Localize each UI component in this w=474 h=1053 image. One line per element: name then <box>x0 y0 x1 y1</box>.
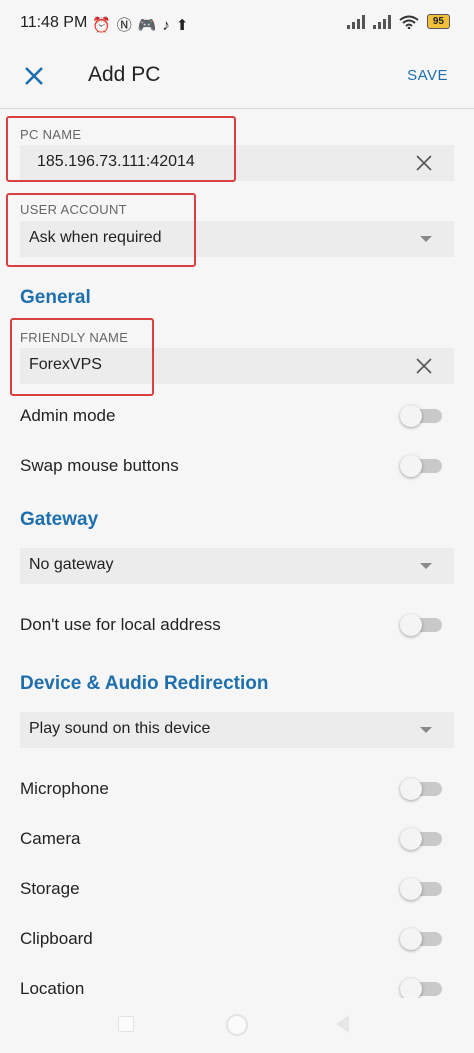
highlight-box-pc-name <box>6 116 236 182</box>
location-label: Location <box>20 979 85 998</box>
toggle-knob <box>400 614 422 636</box>
back-icon[interactable] <box>336 1015 349 1033</box>
signal-icon-2 <box>372 14 391 29</box>
microphone-label: Microphone <box>20 779 109 798</box>
tiktok-icon: ♪ <box>162 17 176 34</box>
swap-mouse-label: Swap mouse buttons <box>20 456 179 475</box>
status-bar: 11:48 PM ⏰Ⓝ🎮♪⬆ 95 <box>0 0 474 46</box>
toggle-knob <box>400 778 422 800</box>
signal-icon <box>346 14 365 29</box>
clipboard-label: Clipboard <box>20 929 93 948</box>
storage-label: Storage <box>20 879 80 898</box>
camera-toggle[interactable] <box>400 828 442 850</box>
status-icons: ⏰Ⓝ🎮♪⬆ <box>92 14 194 35</box>
toggle-knob <box>400 978 422 1000</box>
section-gateway-heading: Gateway <box>20 509 99 530</box>
clipboard-toggle[interactable] <box>400 928 442 950</box>
battery-icon: 95 <box>426 14 450 29</box>
save-button[interactable]: SAVE <box>407 67 448 84</box>
toggle-knob <box>400 878 422 900</box>
close-icon[interactable] <box>20 62 48 90</box>
location-toggle[interactable] <box>400 978 442 1000</box>
clear-icon[interactable] <box>414 153 434 173</box>
camera-label: Camera <box>20 829 81 848</box>
storage-toggle[interactable] <box>400 878 442 900</box>
highlight-box-friendly-name <box>10 318 154 396</box>
swap-mouse-toggle[interactable] <box>400 455 442 477</box>
clear-icon[interactable] <box>414 356 434 376</box>
section-redirection-heading: Device & Audio Redirection <box>20 673 269 694</box>
status-right: 95 <box>346 14 450 29</box>
upload-icon: ⬆ <box>175 17 195 34</box>
system-nav-bar <box>0 998 474 1053</box>
alarm-icon: ⏰ <box>92 17 117 34</box>
game-icon: 🎮 <box>137 17 163 34</box>
highlight-box-user-account <box>6 193 196 267</box>
microphone-toggle[interactable] <box>400 778 442 800</box>
toggle-knob <box>400 405 422 427</box>
dropdown-caret-icon <box>420 563 432 569</box>
sound-select[interactable]: Play sound on this device <box>20 712 454 748</box>
gateway-value: No gateway <box>29 556 114 573</box>
dropdown-caret-icon <box>420 727 432 733</box>
app-bar: Add PC SAVE <box>0 46 474 109</box>
section-general-heading: General <box>20 287 91 308</box>
local-address-label: Don't use for local address <box>20 615 221 634</box>
admin-mode-label: Admin mode <box>20 406 116 425</box>
nfc-icon: Ⓝ <box>116 17 138 34</box>
sound-value: Play sound on this device <box>29 720 211 737</box>
recents-icon[interactable] <box>118 1016 134 1032</box>
wifi-icon <box>399 15 419 29</box>
local-address-toggle[interactable] <box>400 614 442 636</box>
home-icon[interactable] <box>226 1014 248 1036</box>
page-title: Add PC <box>88 63 161 86</box>
admin-mode-toggle[interactable] <box>400 405 442 427</box>
toggle-knob <box>400 828 422 850</box>
gateway-select[interactable]: No gateway <box>20 548 454 584</box>
dropdown-caret-icon <box>420 236 432 242</box>
toggle-knob <box>400 455 422 477</box>
status-time: 11:48 PM <box>20 14 88 31</box>
toggle-knob <box>400 928 422 950</box>
